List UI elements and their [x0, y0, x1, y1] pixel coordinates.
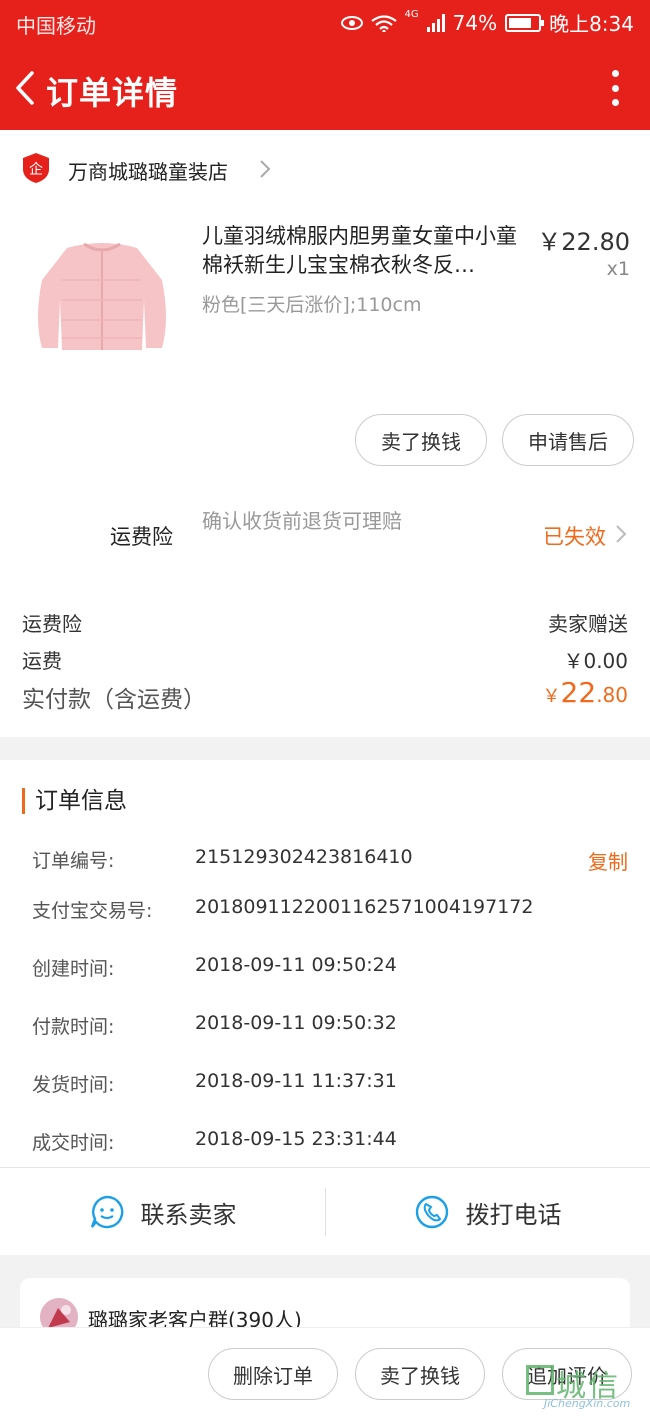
carrier-name: 中国移动: [16, 14, 96, 38]
fee-value: ￥0.00: [563, 649, 628, 673]
delete-order-button[interactable]: 删除订单: [208, 1348, 338, 1400]
product-quantity: x1: [606, 258, 630, 280]
back-arrow-icon: [16, 71, 34, 105]
info-value: 2018-09-11 09:50:32: [195, 1012, 397, 1034]
status-icons: 4G 74% 晚上8:34: [340, 8, 634, 37]
network-type: 4G: [404, 9, 419, 20]
fee-row-insurance: 运费险 卖家赠送: [22, 608, 628, 637]
svg-text:企: 企: [29, 161, 43, 178]
chevron-right-icon: [260, 160, 271, 178]
paid-label: 实付款（含运费）: [22, 687, 206, 713]
product-sku: 粉色[三天后涨价];110cm: [202, 294, 422, 316]
product-thumbnail[interactable]: [22, 220, 182, 370]
insurance-status: 已失效: [543, 525, 606, 549]
info-label: 订单编号:: [32, 850, 115, 872]
order-item-card: 企 万商城璐璐童装店 儿童羽绒棉服内胆男童女童中小童棉袄新生儿宝宝棉衣秋冬反… …: [0, 130, 650, 737]
back-button[interactable]: [12, 70, 38, 106]
more-menu-button[interactable]: [610, 70, 620, 106]
shop-name: 万商城璐璐童装店: [68, 160, 228, 184]
order-info-card: 订单信息 订单编号: 215129302423816410 复制 支付宝交易号:…: [0, 760, 650, 1255]
info-label: 付款时间:: [32, 1016, 115, 1038]
shop-header[interactable]: 企 万商城璐璐童装店: [0, 150, 650, 190]
eye-comfort-icon: [340, 15, 363, 30]
copy-button[interactable]: 复制: [588, 846, 628, 875]
after-sale-button[interactable]: 申请售后: [502, 414, 634, 466]
fee-label: 运费: [22, 649, 62, 673]
chat-bubble-icon: [90, 1195, 123, 1229]
paid-amount-row: 实付款（含运费） ￥22.80: [22, 676, 628, 714]
page-title: 订单详情: [46, 74, 179, 112]
info-label: 成交时间:: [32, 1132, 115, 1154]
fee-label: 运费险: [22, 612, 82, 636]
order-number: 215129302423816410: [195, 846, 413, 868]
status-bar: 中国移动 4G 74% 晚上8:34: [0, 0, 650, 44]
chevron-right-icon: [616, 525, 627, 543]
sell-exchange-button[interactable]: 卖了换钱: [355, 1348, 485, 1400]
info-value: 2018-09-11 11:37:31: [195, 1070, 397, 1092]
info-label: 支付宝交易号:: [32, 900, 153, 922]
insurance-label: 运费险: [110, 525, 173, 549]
order-info-title: 订单信息: [22, 788, 127, 814]
info-label: 发货时间:: [32, 1074, 115, 1096]
contact-seller-label: 联系卖家: [140, 1200, 237, 1229]
shipping-insurance-row[interactable]: 运费险 确认收货前退货可理赔 已失效: [0, 505, 650, 565]
insurance-description: 确认收货前退货可理赔: [202, 509, 402, 533]
info-value: 2018-09-15 23:31:44: [195, 1128, 397, 1150]
contact-bar: 联系卖家 拨打电话: [0, 1167, 650, 1255]
signal-icon: [426, 13, 445, 32]
call-phone-label: 拨打电话: [465, 1200, 562, 1229]
clock: 晚上8:34: [549, 12, 634, 36]
product-price: ￥22.80: [537, 228, 630, 256]
battery-percent: 74%: [452, 10, 498, 35]
sell-exchange-button[interactable]: 卖了换钱: [355, 414, 487, 466]
product-title[interactable]: 儿童羽绒棉服内胆男童女童中小童棉袄新生儿宝宝棉衣秋冬反…: [202, 222, 534, 280]
nav-bar: 订单详情: [0, 52, 650, 122]
info-label: 创建时间:: [32, 958, 115, 980]
info-value: 2018-09-11 09:50:24: [195, 954, 397, 976]
bottom-action-bar: 删除订单 卖了换钱 追加评价 城信 JiChengXin.com: [0, 1327, 650, 1417]
watermark-logo: 城信 JiChengXin.com: [524, 1361, 644, 1413]
fee-row-shipping: 运费 ￥0.00: [22, 645, 628, 674]
top-bar: 中国移动 4G 74% 晚上8:34 订单详情: [0, 0, 650, 130]
call-phone-button[interactable]: 拨打电话: [325, 1168, 650, 1256]
paid-amount: ￥22.80: [542, 676, 628, 709]
phone-icon: [415, 1195, 448, 1229]
fee-value: 卖家赠送: [548, 612, 628, 636]
info-value: 2018091122001162571004197172: [195, 896, 534, 918]
contact-seller-button[interactable]: 联系卖家: [0, 1168, 325, 1256]
wifi-icon: [370, 14, 397, 32]
battery-icon: [505, 13, 545, 32]
enterprise-shop-icon: 企: [23, 153, 49, 183]
